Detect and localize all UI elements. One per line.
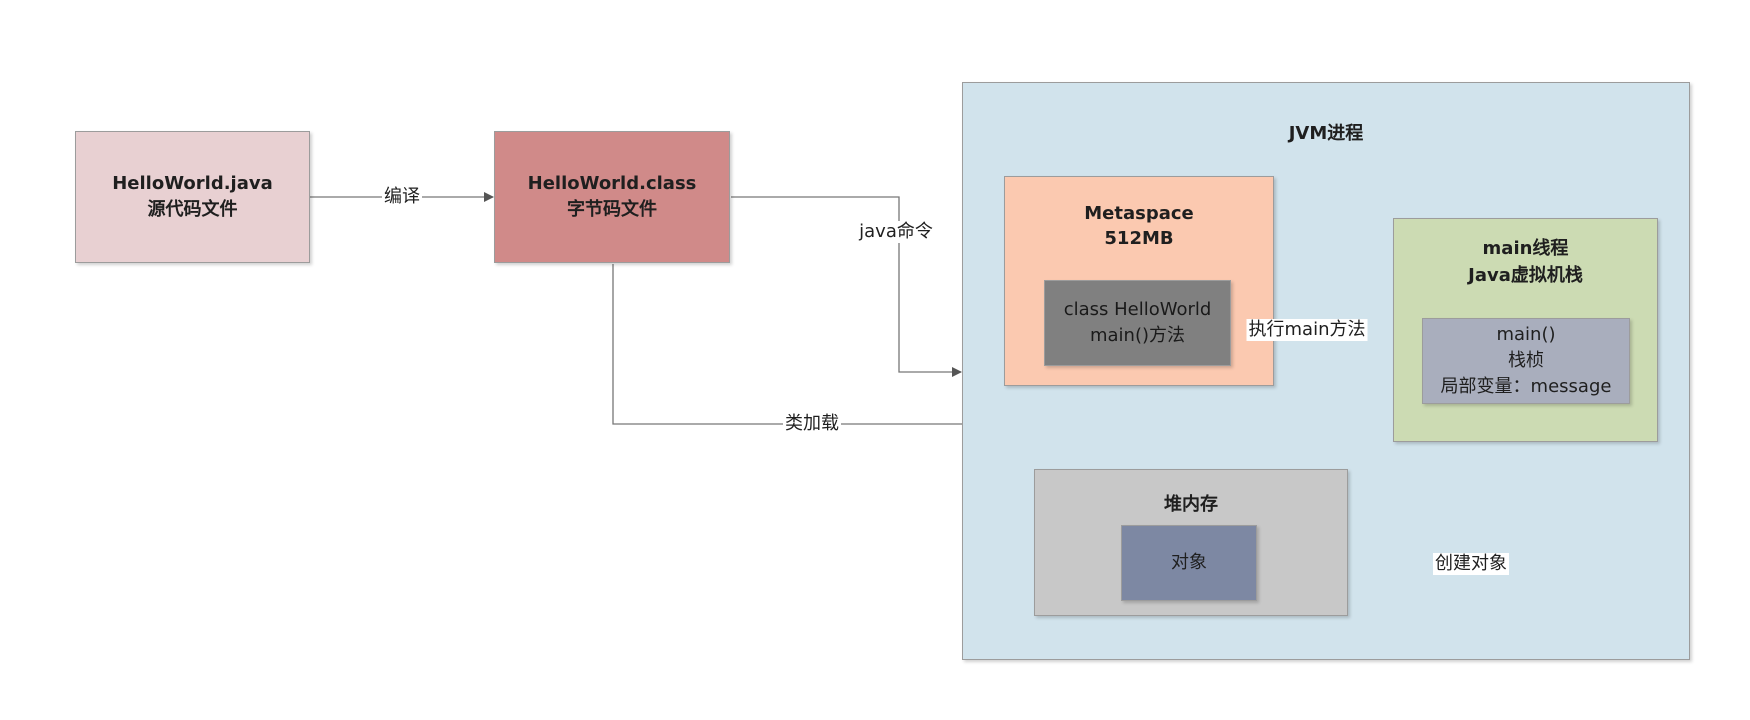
class-info-name: class HelloWorld (1063, 299, 1212, 320)
class-info-method: main()方法 (1089, 325, 1186, 346)
metaspace-title: Metaspace 512MB (1005, 201, 1273, 251)
class-file-name: HelloWorld.class (527, 173, 697, 194)
create-object-label: 创建对象 (1433, 553, 1509, 575)
execute-main-label: 执行main方法 (1246, 319, 1368, 341)
jvm-process-title: JVM进程 (1288, 123, 1364, 144)
class-loading-label: 类加载 (783, 413, 841, 435)
class-info-box: class HelloWorld main()方法 (1044, 280, 1231, 366)
metaspace-name: Metaspace (1084, 203, 1194, 224)
source-file-name: HelloWorld.java (112, 173, 273, 194)
stack-frame-method: main() (1496, 324, 1556, 345)
compile-label: 编译 (382, 186, 422, 208)
object-label: 对象 (1171, 552, 1207, 573)
source-file-desc: 源代码文件 (147, 199, 238, 220)
stack-frame-variable: 局部变量：message (1440, 376, 1612, 397)
source-file-box: HelloWorld.java 源代码文件 (75, 131, 310, 263)
main-thread-title: main线程 Java虚拟机栈 (1394, 235, 1657, 289)
heap-title: 堆内存 (1164, 494, 1218, 515)
main-thread-name: main线程 (1482, 238, 1569, 259)
object-box: 对象 (1121, 525, 1257, 601)
java-command-label: java命令 (857, 221, 935, 243)
class-file-box: HelloWorld.class 字节码文件 (494, 131, 730, 263)
stack-frame-label: 栈桢 (1508, 350, 1544, 371)
metaspace-size: 512MB (1104, 228, 1174, 249)
class-file-desc: 字节码文件 (567, 199, 657, 220)
main-thread-stack: Java虚拟机栈 (1468, 265, 1583, 286)
stack-frame-box: main() 栈桢 局部变量：message (1422, 318, 1630, 404)
